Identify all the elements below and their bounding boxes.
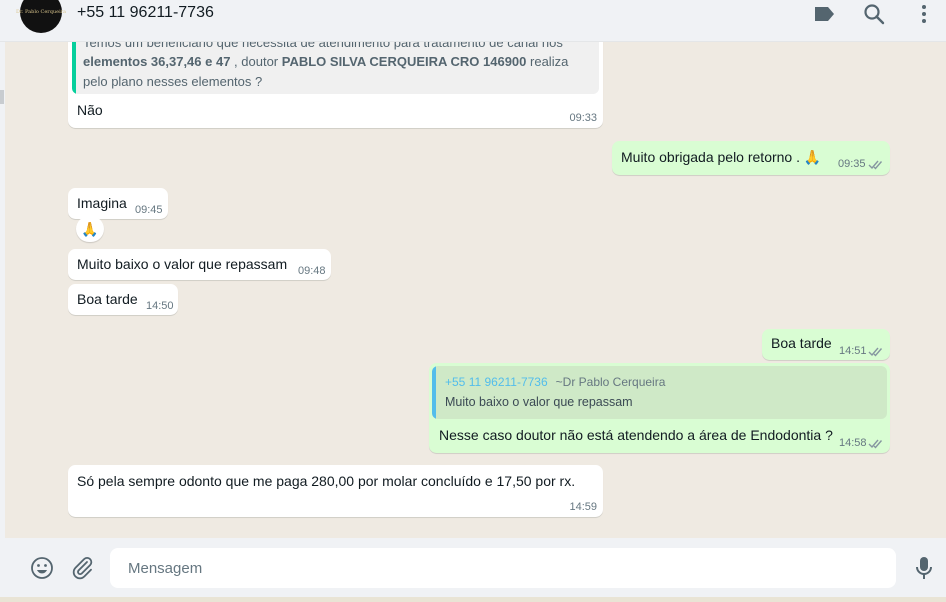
- quote-author-number: +55 11 96211-7736: [445, 375, 548, 389]
- message-text: Muito obrigada pelo retorno . 🙏: [621, 149, 822, 165]
- mic-icon[interactable]: [911, 555, 937, 581]
- label-icon[interactable]: [812, 2, 836, 26]
- quote-accent-bar: [72, 42, 76, 94]
- message-outgoing[interactable]: Boa tarde 14:51: [762, 329, 890, 360]
- search-icon[interactable]: [862, 2, 886, 26]
- message-text: Só pela sempre odonto que me paga 280,00…: [77, 473, 576, 489]
- reaction-badge[interactable]: 🙏: [76, 216, 104, 242]
- message-text: Boa tarde: [771, 335, 832, 351]
- read-ticks-icon: [868, 160, 883, 170]
- read-ticks-icon: [868, 439, 883, 449]
- quoted-text-line3: pelo plano nesses elementos ?: [83, 74, 263, 89]
- message-time: 14:58: [839, 437, 867, 449]
- message-incoming[interactable]: Só pela sempre odonto que me paga 280,00…: [68, 465, 603, 517]
- message-time: 09:33: [569, 112, 597, 124]
- window-bottom-edge: [0, 597, 946, 602]
- read-ticks-icon: [868, 347, 883, 357]
- quoted-message[interactable]: Temos um beneficiário que necessita de a…: [72, 42, 599, 94]
- avatar[interactable]: Dr. Pablo Cerqueira: [16, 0, 66, 33]
- quote-author: +55 11 96211-7736 ~Dr Pablo Cerqueira: [445, 373, 665, 392]
- message-incoming[interactable]: Boa tarde 14:50: [68, 284, 178, 315]
- quoted-text-line1: Temos um beneficiário que necessita de a…: [83, 42, 563, 50]
- message-incoming[interactable]: Temos um beneficiário que necessita de a…: [68, 42, 603, 128]
- avatar-logo-text: Dr. Pablo Cerqueira: [15, 9, 67, 15]
- message-time: 14:59: [569, 501, 597, 513]
- message-incoming[interactable]: Imagina 09:45: [68, 188, 168, 219]
- quoted-text-tail: realiza: [526, 54, 569, 69]
- message-text: Imagina: [77, 195, 127, 211]
- menu-icon[interactable]: [912, 2, 936, 26]
- emoji-icon[interactable]: [29, 555, 55, 581]
- quoted-text-bold2: PABLO SILVA CERQUEIRA CRO 146900: [281, 54, 527, 69]
- message-text: Não: [77, 102, 103, 118]
- message-outgoing[interactable]: +55 11 96211-7736 ~Dr Pablo Cerqueira Mui…: [429, 363, 890, 453]
- quoted-text-bold1: elementos 36,37,46 e 47: [83, 54, 231, 69]
- quoted-message[interactable]: +55 11 96211-7736 ~Dr Pablo Cerqueira Mui…: [432, 366, 887, 419]
- message-time: 09:48: [298, 265, 326, 277]
- message-input[interactable]: [110, 548, 896, 588]
- quoted-text: Muito baixo o valor que repassam: [445, 395, 633, 409]
- contact-name[interactable]: +55 11 96211-7736: [77, 4, 214, 22]
- whatsapp-chat-window: Dr. Pablo Cerqueira +55 11 96211-7736 Te…: [0, 0, 946, 602]
- attach-icon[interactable]: [70, 555, 96, 581]
- chat-header: Dr. Pablo Cerqueira +55 11 96211-7736: [0, 0, 946, 42]
- quoted-text-line2: elementos 36,37,46 e 47 , doutor PABLO S…: [83, 52, 568, 71]
- message-text: Boa tarde: [77, 291, 138, 307]
- message-time: 14:51: [839, 345, 867, 357]
- message-text: Nesse caso doutor não está atendendo a á…: [439, 427, 833, 443]
- reaction-emoji: 🙏: [81, 220, 99, 237]
- message-list[interactable]: Temos um beneficiário que necessita de a…: [5, 42, 946, 538]
- composer-bar: [0, 538, 946, 602]
- message-incoming[interactable]: Muito baixo o valor que repassam 09:48: [68, 249, 331, 280]
- message-text: Muito baixo o valor que repassam: [77, 256, 288, 272]
- message-outgoing[interactable]: Muito obrigada pelo retorno . 🙏 09:35: [612, 141, 890, 175]
- quote-accent-bar: [432, 366, 436, 419]
- message-time: 09:45: [135, 204, 163, 216]
- message-time: 14:50: [146, 300, 174, 312]
- quoted-text-normal: , doutor: [230, 54, 282, 69]
- quote-author-alias: ~Dr Pablo Cerqueira: [555, 375, 666, 389]
- message-time: 09:35: [838, 158, 866, 170]
